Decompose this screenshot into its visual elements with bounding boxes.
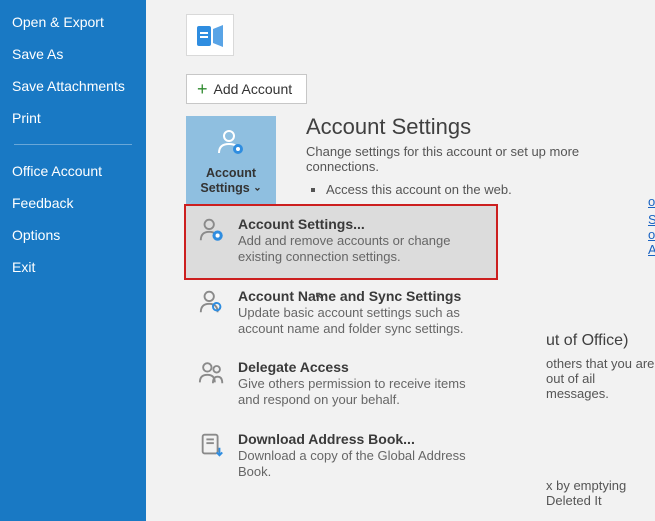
ooo-desc-partial: others that you are out of ail messages. bbox=[546, 356, 655, 401]
sidebar-item-save-attachments[interactable]: Save Attachments bbox=[0, 70, 146, 102]
secondary-link[interactable]: S or A... bbox=[648, 212, 655, 257]
add-account-button[interactable]: + Add Account bbox=[186, 74, 307, 104]
dropdown-item-delegate-access[interactable]: Delegate Access Give others permission t… bbox=[186, 349, 496, 421]
backstage-sidebar: Open & Export Save As Save Attachments P… bbox=[0, 0, 146, 521]
dropdown-item-desc: Add and remove accounts or change existi… bbox=[238, 233, 484, 266]
section-bullets: Access this account on the web. bbox=[306, 182, 655, 197]
empty-deleted-partial: x by emptying Deleted It bbox=[546, 478, 655, 508]
account-icon-box bbox=[186, 14, 234, 56]
dropdown-item-name-sync[interactable]: Account Name and Sync Settings Update ba… bbox=[186, 278, 496, 350]
dropdown-item-download-address-book[interactable]: Download Address Book... Download a copy… bbox=[186, 421, 496, 493]
plus-icon: + bbox=[197, 82, 208, 96]
sidebar-item-label: Print bbox=[12, 110, 41, 126]
tile-label: Account Settings ⌄ bbox=[200, 166, 261, 196]
dropdown-item-title: Account Settings... bbox=[238, 216, 484, 232]
exchange-icon bbox=[187, 44, 235, 61]
sidebar-item-label: Options bbox=[12, 227, 60, 243]
dropdown-item-account-settings[interactable]: Account Settings... Add and remove accou… bbox=[186, 206, 496, 278]
sidebar-item-label: Feedback bbox=[12, 195, 73, 211]
sidebar-item-feedback[interactable]: Feedback bbox=[0, 187, 146, 219]
main-pane: + Add Account Account Settings ⌄ Account… bbox=[146, 0, 655, 521]
add-account-label: Add Account bbox=[214, 81, 293, 97]
sidebar-divider bbox=[14, 144, 132, 145]
sidebar-item-exit[interactable]: Exit bbox=[0, 251, 146, 283]
account-settings-tile[interactable]: Account Settings ⌄ bbox=[186, 116, 276, 206]
sidebar-item-save-as[interactable]: Save As bbox=[0, 38, 146, 70]
sidebar-item-label: Office Account bbox=[12, 163, 102, 179]
address-book-download-icon bbox=[198, 431, 226, 461]
dropdown-item-desc: Update basic account settings such as ac… bbox=[238, 305, 484, 338]
bullet-access-web: Access this account on the web. bbox=[326, 182, 655, 197]
sidebar-item-options[interactable]: Options bbox=[0, 219, 146, 251]
account-settings-dropdown: Account Settings... Add and remove accou… bbox=[186, 206, 496, 492]
account-gear-icon bbox=[216, 127, 246, 162]
dropdown-item-desc: Give others permission to receive items … bbox=[238, 376, 484, 409]
chevron-down-icon: ⌄ bbox=[253, 182, 261, 193]
section-title: Account Settings bbox=[306, 114, 655, 140]
sidebar-item-label: Exit bbox=[12, 259, 35, 275]
sidebar-item-label: Save Attachments bbox=[12, 78, 125, 94]
dropdown-item-desc: Download a copy of the Global Address Bo… bbox=[238, 448, 484, 481]
dropdown-item-title: Download Address Book... bbox=[238, 431, 484, 447]
account-gear-icon bbox=[198, 216, 226, 246]
account-sync-icon bbox=[198, 288, 226, 318]
delegate-icon bbox=[198, 359, 226, 389]
sidebar-item-print[interactable]: Print bbox=[0, 102, 146, 134]
dropdown-item-title: Delegate Access bbox=[238, 359, 484, 375]
account-settings-section: Account Settings Change settings for thi… bbox=[306, 114, 655, 197]
web-access-link[interactable]: om/.. bbox=[648, 194, 655, 209]
ooo-title-partial: ut of Office) bbox=[546, 332, 655, 350]
dropdown-item-title: Account Name and Sync Settings bbox=[238, 288, 484, 304]
sidebar-item-open-export[interactable]: Open & Export bbox=[0, 6, 146, 38]
out-of-office-section-partial: ut of Office) others that you are out of… bbox=[546, 332, 655, 401]
sidebar-item-office-account[interactable]: Office Account bbox=[0, 155, 146, 187]
sidebar-item-label: Save As bbox=[12, 46, 63, 62]
section-subtitle: Change settings for this account or set … bbox=[306, 144, 626, 174]
sidebar-item-label: Open & Export bbox=[12, 14, 104, 30]
